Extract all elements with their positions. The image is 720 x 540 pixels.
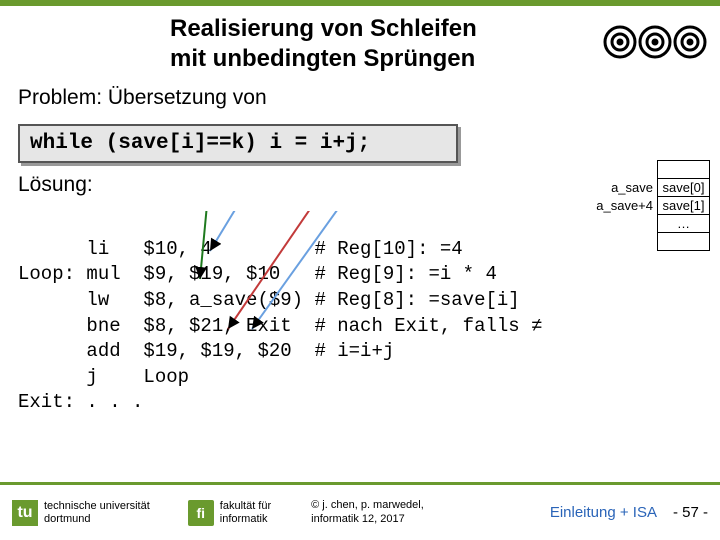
copy-line-2: informatik 12, 2017 [311, 513, 424, 526]
uni-line-1: technische universität [44, 500, 150, 512]
decorative-swirls-icon [600, 12, 710, 72]
copyright: © j. chen, p. marwedel, informatik 12, 2… [311, 499, 424, 525]
asm-line: lw $8, a_save($9) # Reg[8]: =save[i] [18, 289, 520, 311]
fi-logo-text: fakultät für informatik [220, 500, 271, 524]
source-code-box: while (save[i]==k) i = i+j; [18, 124, 458, 163]
asm-line: j Loop [18, 366, 189, 388]
table-row [592, 161, 709, 179]
breadcrumb: Einleitung + ISA [550, 504, 657, 521]
slide-body: Problem: Übersetzung von while (save[i]=… [0, 86, 720, 467]
slide-footer: tu technische universität dortmund fi fa… [0, 482, 720, 540]
assembly-block: li $10, 4 # Reg[10]: =4 Loop: mul $9, $1… [18, 211, 702, 467]
asm-line: add $19, $19, $20 # i=i+j [18, 340, 394, 362]
fi-logo-mark: fi [188, 500, 214, 526]
tu-logo-mark: tu [12, 500, 38, 526]
slide-header: Realisierung von Schleifen mit unbedingt… [0, 6, 720, 86]
asm-line: Exit: . . . [18, 391, 143, 413]
table-row: a_savesave[0] [592, 179, 709, 197]
asm-line: li $10, 4 # Reg[10]: =4 [18, 238, 463, 260]
fac-line-2: informatik [220, 513, 271, 525]
uni-line-2: dortmund [44, 513, 150, 525]
tu-logo: tu technische universität dortmund [12, 500, 150, 526]
tu-logo-text: technische universität dortmund [44, 500, 150, 524]
problem-label: Problem: Übersetzung von [18, 86, 702, 110]
page-number: - 57 - [673, 504, 708, 521]
asm-line: Loop: mul $9, $19, $10 # Reg[9]: =i * 4 [18, 263, 497, 285]
copy-line-1: © j. chen, p. marwedel, [311, 499, 424, 512]
asm-line: bne $8, $21, Exit # nach Exit, falls ≠ [18, 315, 543, 337]
fac-line-1: fakultät für [220, 500, 271, 512]
fi-logo: fi fakultät für informatik [188, 500, 271, 526]
